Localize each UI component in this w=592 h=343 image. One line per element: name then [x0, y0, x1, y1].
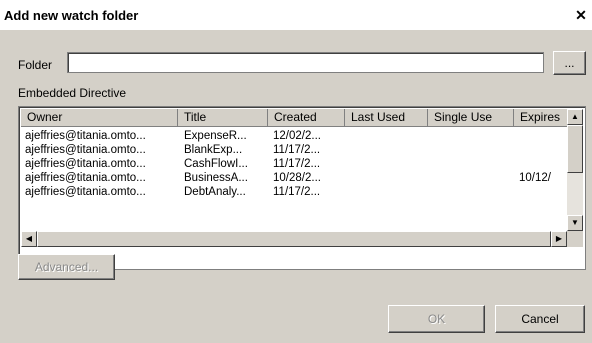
- cell-created: 12/02/2...: [273, 130, 321, 142]
- column-header-single-use[interactable]: Single Use: [428, 109, 514, 127]
- vertical-scrollbar[interactable]: ▲ ▼: [567, 109, 583, 231]
- cell-expires: 10/12/: [519, 172, 551, 184]
- arrow-left-icon[interactable]: ◀: [21, 231, 37, 247]
- folder-label: Folder: [18, 58, 53, 72]
- cell-owner: ajeffries@titania.omto...: [25, 186, 146, 198]
- cell-title: DebtAnaly...: [184, 186, 246, 198]
- directive-list[interactable]: Owner Title Created Last Used Single Use…: [18, 106, 586, 270]
- browse-button[interactable]: ...: [553, 51, 586, 75]
- horizontal-scrollbar[interactable]: ◀ ▶: [21, 231, 567, 247]
- column-header-title[interactable]: Title: [178, 109, 268, 127]
- column-header-owner[interactable]: Owner: [21, 109, 178, 127]
- cell-owner: ajeffries@titania.omto...: [25, 172, 146, 184]
- arrow-right-icon[interactable]: ▶: [551, 231, 567, 247]
- ok-button[interactable]: OK: [388, 305, 485, 333]
- title-bar: Add new watch folder ✕: [0, 0, 592, 30]
- cell-title: BusinessA...: [184, 172, 248, 184]
- add-watch-folder-dialog: Add new watch folder ✕ Folder ... Embedd…: [0, 0, 592, 343]
- embedded-directive-label: Embedded Directive: [18, 86, 127, 100]
- cell-title: BlankExp...: [184, 144, 243, 156]
- cell-title: CashFlowI...: [184, 158, 248, 170]
- horizontal-scroll-thumb[interactable]: [37, 231, 551, 247]
- arrow-down-icon[interactable]: ▼: [567, 215, 583, 231]
- column-header-last-used[interactable]: Last Used: [345, 109, 428, 127]
- cell-owner: ajeffries@titania.omto...: [25, 158, 146, 170]
- cell-created: 11/17/2...: [273, 158, 321, 170]
- dialog-body: Folder ... Embedded Directive Owner Titl…: [0, 30, 592, 343]
- folder-input[interactable]: [67, 52, 544, 73]
- cell-owner: ajeffries@titania.omto...: [25, 130, 146, 142]
- cell-created: 11/17/2...: [273, 144, 321, 156]
- cell-title: ExpenseR...: [184, 130, 247, 142]
- cancel-button[interactable]: Cancel: [495, 305, 585, 333]
- advanced-button[interactable]: Advanced...: [18, 254, 115, 280]
- scrollbar-corner: [567, 231, 583, 247]
- dialog-title: Add new watch folder: [4, 8, 139, 23]
- cell-created: 11/17/2...: [273, 186, 321, 198]
- column-header-expires[interactable]: Expires: [514, 109, 569, 127]
- cell-created: 10/28/2...: [273, 172, 321, 184]
- vertical-scroll-thumb[interactable]: [567, 125, 583, 173]
- cell-owner: ajeffries@titania.omto...: [25, 144, 146, 156]
- close-icon[interactable]: ✕: [574, 8, 588, 22]
- arrow-up-icon[interactable]: ▲: [567, 109, 583, 125]
- column-header-created[interactable]: Created: [268, 109, 345, 127]
